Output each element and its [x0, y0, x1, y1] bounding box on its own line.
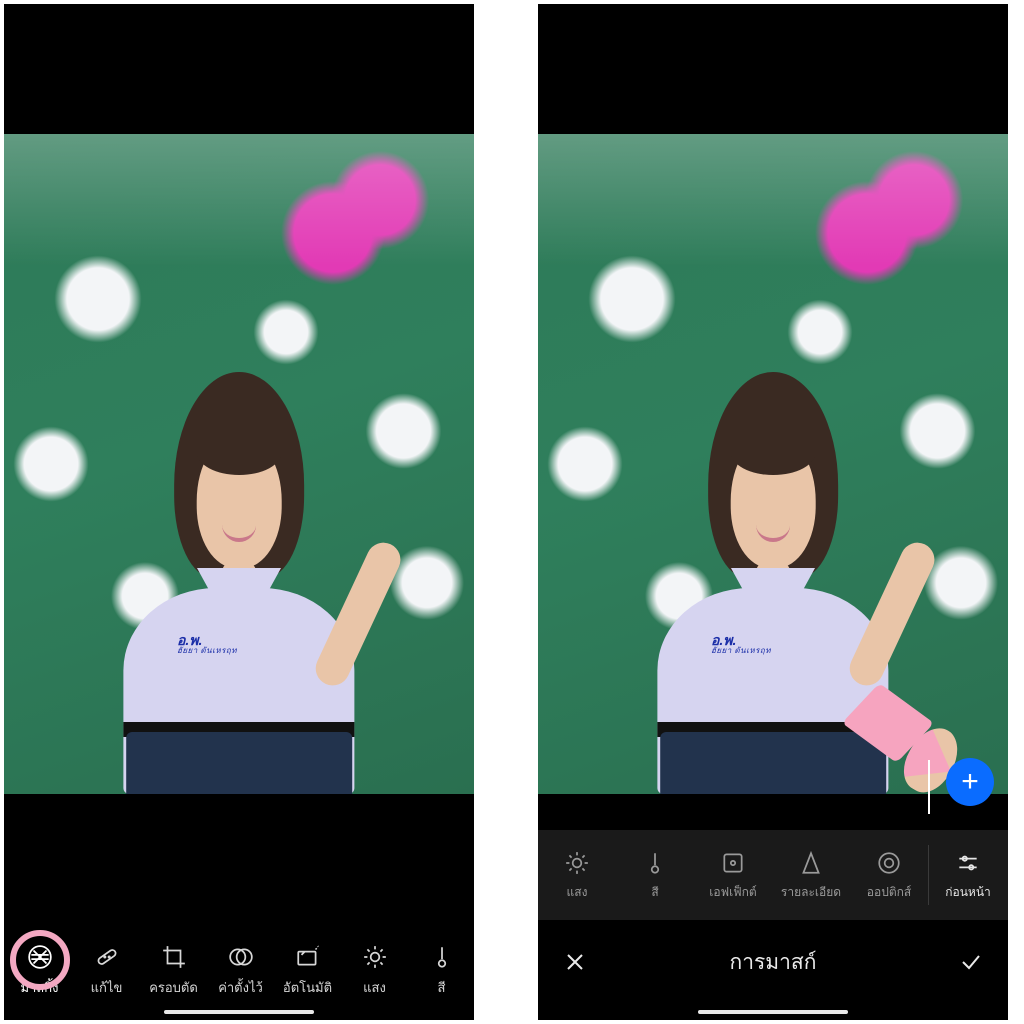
fx-square-icon: [719, 849, 747, 877]
tool-previous[interactable]: ก่อนหน้า: [929, 849, 1007, 902]
tool-color[interactable]: สี: [616, 849, 694, 902]
confirm-button[interactable]: [956, 947, 986, 977]
tool-detail[interactable]: รายละเอียด: [772, 849, 850, 902]
mask-panel-titlebar: การมาสก์: [538, 926, 1008, 998]
lens-icon: [875, 849, 903, 877]
home-indicator[interactable]: [164, 1010, 314, 1014]
plus-icon: +: [961, 765, 979, 799]
bandage-icon: [93, 943, 121, 971]
tool-label: สี: [651, 883, 658, 902]
panel-title: การมาสก์: [730, 946, 817, 979]
tool-auto[interactable]: อัตโนมัติ: [274, 943, 341, 998]
tool-presets[interactable]: ค่าตั้งไว้: [207, 943, 274, 998]
exposure-icon: [361, 943, 389, 971]
tool-label: แสง: [363, 977, 386, 998]
sliders-icon: [954, 849, 982, 877]
tool-label: สี: [438, 977, 446, 998]
shirt-name-tag: อ.พ. ฮัยยา ตันเหรฤท: [177, 633, 237, 655]
shirt-name-tag: อ.พ.ฮัยยา ตันเหรฤท: [711, 633, 771, 655]
cancel-button[interactable]: [560, 947, 590, 977]
tool-masking[interactable]: มาสกิ้ง: [6, 943, 73, 998]
tool-light[interactable]: แสง: [538, 849, 616, 902]
home-indicator[interactable]: [698, 1010, 848, 1014]
add-mask-button[interactable]: +: [946, 758, 994, 806]
tool-label: มาสกิ้ง: [20, 977, 58, 998]
phone-screen-left: อ.พ. ฮัยยา ตันเหรฤท มาสกิ้ง แก้: [4, 4, 474, 1020]
tool-optics[interactable]: ออปติกส์: [850, 849, 928, 902]
tool-light[interactable]: แสง: [341, 943, 408, 998]
tool-label: ก่อนหน้า: [945, 883, 991, 902]
tool-label: รายละเอียด: [781, 883, 841, 902]
check-icon: [959, 950, 983, 974]
tool-label: เอฟเฟ็กต์: [709, 883, 756, 902]
tool-label: ออปติกส์: [867, 883, 911, 902]
sharpen-icon: [797, 849, 825, 877]
tool-reset[interactable]: รีเซ็: [1007, 849, 1008, 902]
adjustment-toolbar: แสง สี เอฟเฟ็กต์ รายละเอียด ออปติกส์ ก: [538, 830, 1008, 920]
tool-label: ครอบตัด: [149, 977, 198, 998]
mask-drag-indicator: [928, 760, 930, 814]
tool-label: แสง: [567, 883, 588, 902]
edit-toolbar: มาสกิ้ง แก้ไข ครอบตัด: [4, 893, 474, 998]
portrait-subject: อ.พ. ฮัยยา ตันเหรฤท: [98, 279, 380, 794]
thermometer-icon: [428, 943, 456, 971]
auto-magic-icon: [294, 943, 322, 971]
tool-healing[interactable]: แก้ไข: [73, 943, 140, 998]
crop-icon: [160, 943, 188, 971]
tool-label: ค่าตั้งไว้: [218, 977, 263, 998]
overlap-circles-icon: [227, 943, 255, 971]
portrait-subject: อ.พ.ฮัยยา ตันเหรฤท: [632, 279, 914, 794]
tool-label: อัตโนมัติ: [283, 977, 332, 998]
edited-photo[interactable]: อ.พ. ฮัยยา ตันเหรฤท: [4, 134, 474, 794]
tool-effect[interactable]: เอฟเฟ็กต์: [694, 849, 772, 902]
tool-color[interactable]: สี: [408, 943, 474, 998]
phone-screen-right: อ.พ.ฮัยยา ตันเหรฤท + แสง สี เอฟเฟ็กต์: [538, 4, 1008, 1020]
close-icon: [563, 950, 587, 974]
edited-photo[interactable]: อ.พ.ฮัยยา ตันเหรฤท: [538, 134, 1008, 794]
hatched-circle-icon: [26, 943, 54, 971]
tool-label: แก้ไข: [91, 977, 123, 998]
exposure-icon: [563, 849, 591, 877]
tool-crop[interactable]: ครอบตัด: [140, 943, 207, 998]
thermometer-icon: [641, 849, 669, 877]
